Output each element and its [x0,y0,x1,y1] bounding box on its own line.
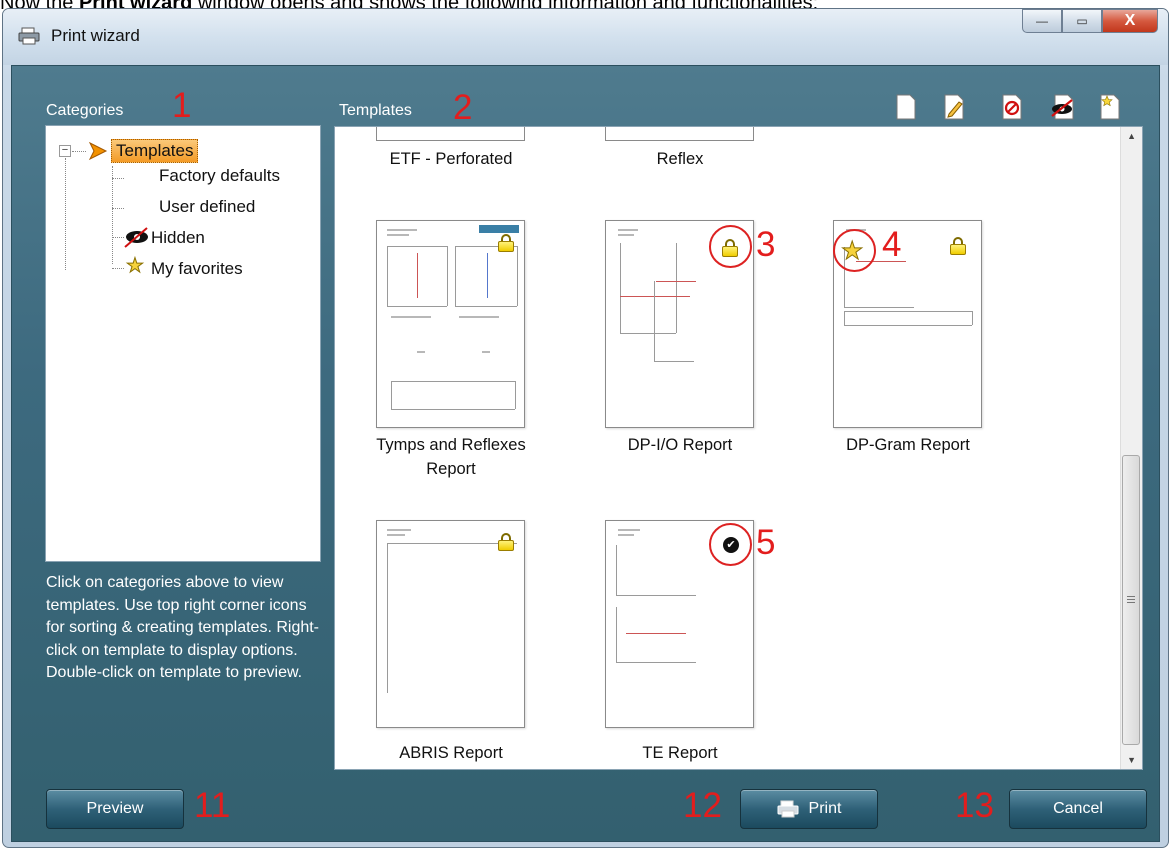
template-thumb-abris[interactable] [376,520,525,728]
templates-label: Templates [339,102,412,119]
highlight-circle-favorite [833,229,876,272]
wizard-body: Categories 1 Templates 2 6 7 8 9 10 − Te… [11,65,1160,842]
tree-item-hidden[interactable]: Hidden [151,228,205,248]
print-button[interactable]: Print [740,789,878,829]
locked-icon [950,237,966,255]
template-name-reflex[interactable]: Reflex [580,147,780,171]
title-bar[interactable]: Print wizard — ▭ X [3,9,1168,65]
templates-scrollbar[interactable]: ▲ ▼ [1120,127,1142,769]
edit-template-icon[interactable] [944,94,964,120]
locked-icon [498,533,514,551]
template-name-abris[interactable]: ABRIS Report [351,741,551,765]
categories-tree[interactable]: − Templates Factory defaults User define… [45,125,321,562]
preview-button[interactable]: Preview [46,789,184,829]
annotation-4: 4 [882,225,902,264]
annotation-3: 3 [756,225,776,264]
tree-item-templates[interactable]: Templates [111,139,199,163]
categories-label: Categories [46,102,124,119]
template-name-tymps[interactable]: Tymps and Reflexes Report [351,433,551,481]
collapse-toggle[interactable]: − [59,145,71,157]
highlight-circle-default [709,523,752,566]
tree-item-factory-defaults[interactable]: Factory defaults [159,166,280,186]
highlight-circle-locked [709,225,752,268]
annotation-13: 13 [955,786,994,825]
favorites-star-icon: ★ [126,255,145,277]
template-name-dpio[interactable]: DP-I/O Report [580,433,780,457]
maximize-button[interactable]: ▭ [1062,9,1102,33]
annotation-5: 5 [756,523,776,562]
annotation-1: 1 [172,86,192,125]
delete-template-icon[interactable] [1002,94,1022,120]
hide-template-icon[interactable] [1050,94,1076,120]
printer-icon [18,27,40,45]
new-template-icon[interactable] [896,94,916,120]
locked-icon [498,234,514,252]
tree-item-my-favorites[interactable]: My favorites [151,259,243,279]
template-name-etf[interactable]: ETF - Perforated [351,147,551,171]
tree-item-user-defined[interactable]: User defined [159,197,255,217]
help-text: Click on categories above to view templa… [46,574,320,681]
annotation-11: 11 [194,786,231,825]
template-thumb-etf[interactable] [376,127,525,141]
annotation-12: 12 [683,786,722,825]
cancel-button[interactable]: Cancel [1009,789,1147,829]
templates-grid[interactable]: ETF - Perforated Reflex Tymps and Reflex… [334,126,1143,770]
hidden-eye-icon [124,227,148,248]
template-thumb-reflex[interactable] [605,127,754,141]
minimize-button[interactable]: — [1022,9,1062,33]
templates-folder-icon [88,141,108,161]
close-button[interactable]: X [1102,9,1158,33]
scroll-up-arrow-icon[interactable]: ▲ [1127,131,1136,141]
new-favorite-icon[interactable] [1100,94,1120,120]
scroll-down-arrow-icon[interactable]: ▼ [1127,755,1136,765]
window-title: Print wizard [51,26,140,45]
print-wizard-window: Print wizard — ▭ X Categories 1 Template… [2,8,1169,848]
template-name-te[interactable]: TE Report [580,741,780,765]
annotation-2: 2 [453,88,473,127]
printer-icon [777,800,799,818]
template-name-dpgram[interactable]: DP-Gram Report [808,433,1008,457]
scroll-thumb[interactable] [1122,455,1140,745]
